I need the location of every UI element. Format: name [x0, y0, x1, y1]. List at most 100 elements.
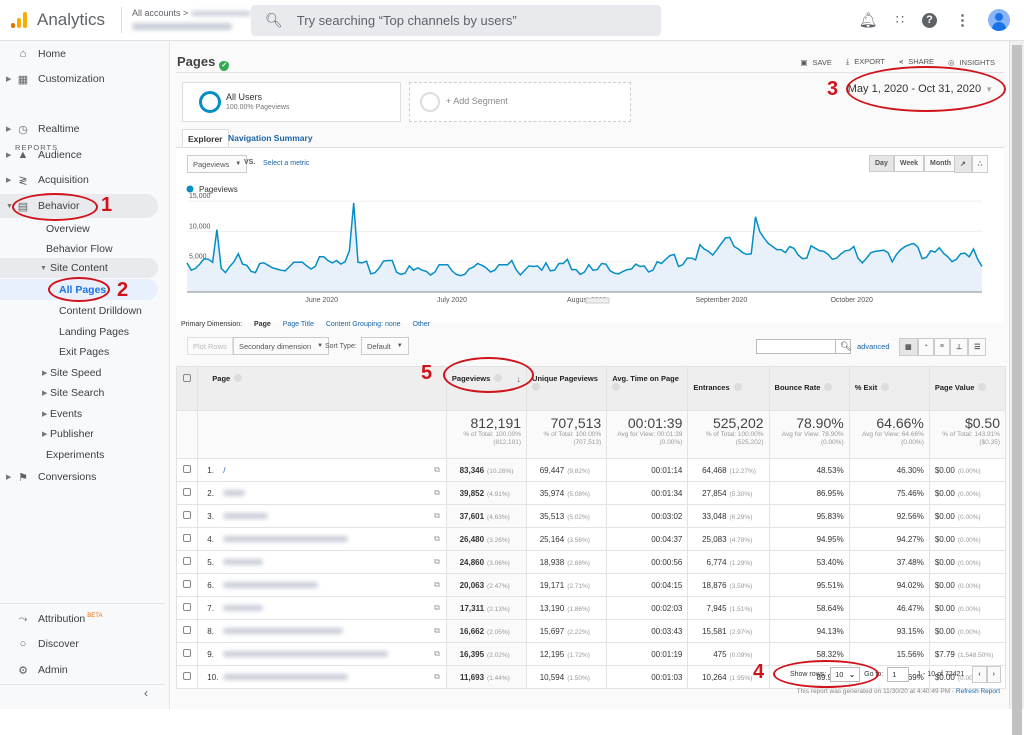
add-segment-button[interactable]: + Add Segment	[409, 82, 631, 122]
table-view-icon[interactable]: ▦	[899, 338, 918, 356]
sort-type-dropdown[interactable]: Default▼	[361, 337, 409, 355]
column-header-unique-pageviews[interactable]: Unique Pageviews	[527, 367, 607, 411]
row-checkbox[interactable]	[183, 511, 191, 519]
advanced-filter-link[interactable]: advanced	[857, 342, 890, 351]
sidebar-item-landing-pages[interactable]: Landing Pages	[0, 321, 158, 342]
column-header-page-value[interactable]: Page Value	[929, 367, 1005, 411]
search-input[interactable]: 🔍︎ Try searching “Top channels by users”	[251, 5, 661, 36]
row-checkbox[interactable]	[183, 580, 191, 588]
more-icon[interactable]: ⋮	[955, 11, 970, 29]
select-all-checkbox[interactable]	[183, 374, 191, 382]
account-selector[interactable]: All accounts >	[132, 7, 251, 34]
open-page-icon[interactable]: ⧉	[434, 649, 440, 659]
page-link[interactable]	[223, 582, 318, 588]
dimension-page-title[interactable]: Page Title	[283, 321, 314, 328]
open-page-icon[interactable]: ⧉	[434, 511, 440, 521]
goto-page-input[interactable]: 1	[887, 667, 909, 682]
chart-scroll-handle[interactable]	[586, 298, 609, 303]
sidebar-item-acquisition[interactable]: ▶≷Acquisition	[0, 168, 158, 192]
sidebar-item-conversions[interactable]: ▶⚑Conversions	[0, 465, 158, 489]
page-link[interactable]: /	[223, 466, 225, 475]
date-range-picker[interactable]: May 1, 2020 - Oct 31, 2020▼	[848, 83, 993, 95]
comparison-view-icon[interactable]: ⊥	[950, 338, 968, 356]
sidebar-item-publisher[interactable]: ▶Publisher	[0, 423, 158, 444]
open-page-icon[interactable]: ⧉	[434, 534, 440, 544]
open-page-icon[interactable]: ⧉	[434, 626, 440, 636]
row-checkbox[interactable]	[183, 465, 191, 473]
page-scrollbar[interactable]	[1009, 41, 1024, 709]
filter-search-icon[interactable]: 🔍︎	[835, 339, 851, 354]
bell-icon[interactable]: 🔔︎	[859, 11, 878, 29]
sidebar-item-site-search[interactable]: ▶Site Search	[0, 382, 158, 403]
next-page-button[interactable]: ›	[987, 666, 1001, 683]
sidebar-item-admin[interactable]: ⚙Admin	[0, 658, 158, 682]
column-header-entrances[interactable]: Entrances	[688, 367, 769, 411]
tab-explorer[interactable]: Explorer	[182, 129, 229, 147]
row-checkbox[interactable]	[183, 603, 191, 611]
row-checkbox[interactable]	[183, 488, 191, 496]
page-link[interactable]	[223, 674, 348, 680]
dimension-content-grouping[interactable]: Content Grouping: none	[326, 321, 401, 328]
secondary-dimension-dropdown[interactable]: Secondary dimension▼	[233, 337, 329, 355]
column-header-page[interactable]: Page	[198, 367, 447, 411]
prev-page-button[interactable]: ‹	[972, 666, 986, 683]
column-header-bounce-rate[interactable]: Bounce Rate	[769, 367, 849, 411]
row-checkbox[interactable]	[183, 649, 191, 657]
refresh-report-link[interactable]: Refresh Report	[956, 688, 1000, 695]
tab-navigation-summary[interactable]: Navigation Summary	[223, 129, 318, 147]
share-button[interactable]: ⪪SHARE	[899, 57, 934, 67]
open-page-icon[interactable]: ⧉	[434, 603, 440, 613]
sidebar-item-customization[interactable]: ▶▦Customization	[0, 67, 158, 91]
collapse-sidebar-icon[interactable]: ‹	[144, 686, 148, 700]
open-page-icon[interactable]: ⧉	[434, 488, 440, 498]
open-page-icon[interactable]: ⧉	[434, 557, 440, 567]
pivot-view-icon[interactable]: ☰	[968, 338, 986, 356]
sidebar-item-behavior[interactable]: ▼▤Behavior	[0, 194, 158, 218]
show-rows-select[interactable]: 10⌄	[830, 667, 860, 682]
column-header-exit[interactable]: % Exit	[849, 367, 929, 411]
sidebar-item-home[interactable]: ⌂Home	[0, 42, 158, 66]
sidebar-item-all-pages[interactable]: All Pages	[0, 279, 158, 300]
page-link[interactable]	[223, 651, 388, 657]
sidebar-item-exit-pages[interactable]: Exit Pages	[0, 341, 158, 362]
sidebar-item-experiments[interactable]: Experiments	[0, 444, 158, 465]
avatar[interactable]	[988, 9, 1010, 31]
plot-rows-button[interactable]: Plot Rows	[187, 337, 233, 355]
sidebar-item-site-speed[interactable]: ▶Site Speed	[0, 362, 158, 383]
sidebar-item-site-content[interactable]: ▼Site Content	[0, 258, 158, 278]
column-header-avg-time[interactable]: Avg. Time on Page	[607, 367, 688, 411]
open-page-icon[interactable]: ⧉	[434, 465, 440, 475]
sidebar-item-attribution[interactable]: ⤳AttributionBETA	[0, 607, 158, 631]
dimension-other[interactable]: Other	[413, 321, 431, 328]
performance-view-icon[interactable]: ≡	[934, 338, 950, 356]
open-page-icon[interactable]: ⧉	[434, 672, 440, 682]
sidebar-item-events[interactable]: ▶Events	[0, 403, 158, 424]
page-link[interactable]	[223, 605, 263, 611]
row-checkbox[interactable]	[183, 557, 191, 565]
page-link[interactable]	[223, 513, 268, 519]
page-link[interactable]	[223, 559, 263, 565]
page-link[interactable]	[223, 490, 245, 496]
sidebar-item-content-drilldown[interactable]: Content Drilldown	[0, 300, 158, 321]
table-filter-input[interactable]	[756, 339, 836, 354]
segment-all-users[interactable]: All Users 100.00% Pageviews	[182, 82, 401, 122]
open-page-icon[interactable]: ⧉	[434, 580, 440, 590]
sidebar-item-discover[interactable]: ○Discover	[0, 632, 158, 656]
column-header-pageviews[interactable]: Pageviews↓	[446, 367, 526, 411]
dimension-page[interactable]: Page	[254, 321, 271, 328]
export-button[interactable]: ⤓EXPORT	[846, 57, 885, 67]
sidebar-item-realtime[interactable]: ▶◷Realtime	[0, 117, 158, 141]
insights-button[interactable]: ◎INSIGHTS	[948, 58, 995, 67]
scrollbar-thumb[interactable]	[1012, 45, 1022, 735]
apps-icon[interactable]: ∷	[896, 12, 904, 28]
help-icon[interactable]: ?	[922, 13, 937, 28]
save-button[interactable]: ▣SAVE	[800, 58, 832, 67]
page-link[interactable]	[223, 628, 343, 634]
pie-view-icon[interactable]: ◔	[918, 338, 934, 356]
caret-right-icon: ▶	[42, 430, 47, 438]
page-link[interactable]	[223, 536, 348, 542]
sidebar-item-audience[interactable]: ▶▲Audience	[0, 143, 158, 167]
row-checkbox[interactable]	[183, 626, 191, 634]
row-checkbox[interactable]	[183, 534, 191, 542]
row-checkbox[interactable]	[183, 672, 191, 680]
